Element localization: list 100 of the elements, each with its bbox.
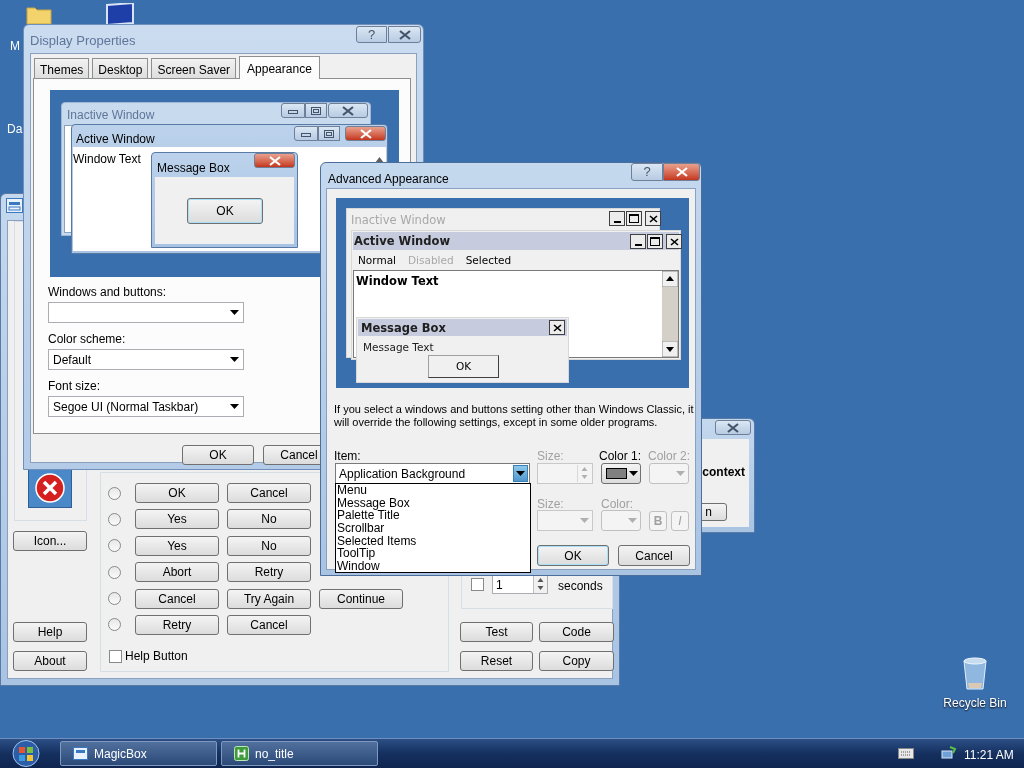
list-option[interactable]: Palette Title (337, 509, 530, 523)
list-option[interactable]: Menu (337, 484, 530, 497)
ok-button[interactable]: OK (537, 545, 609, 566)
ok-button[interactable]: OK (187, 198, 263, 224)
color-picker-button[interactable] (601, 463, 641, 484)
dropdown[interactable]: Default (48, 349, 244, 370)
dialog-button[interactable]: OK (135, 483, 219, 503)
close-button[interactable] (666, 234, 682, 249)
dialog-button[interactable]: Retry (227, 562, 311, 583)
test-button[interactable]: Test (460, 622, 533, 642)
menu-item[interactable]: Normal (358, 253, 396, 269)
window-app-icon (73, 747, 88, 760)
caret-icon (230, 310, 239, 315)
list-option[interactable]: Message Box (337, 496, 530, 510)
checkbox[interactable] (471, 578, 484, 591)
maximize-button[interactable] (626, 211, 642, 226)
minimize-icon (634, 244, 642, 246)
field-label: Item: (334, 448, 361, 465)
unit-label: seconds (558, 578, 603, 595)
copy-button[interactable]: Copy (539, 651, 614, 671)
message-text: context (702, 464, 745, 481)
network-icon[interactable] (941, 745, 957, 761)
message-text: Message Text (363, 340, 434, 355)
close-icon (359, 128, 372, 139)
minimize-icon (613, 221, 621, 223)
scrollbar[interactable] (662, 271, 678, 357)
recycle-bin-icon[interactable] (962, 657, 988, 691)
field-label: Font size: (48, 379, 102, 393)
scroll-up-icon (662, 271, 678, 287)
close-icon (398, 29, 411, 40)
help-button[interactable]: Help (13, 622, 87, 642)
color-picker-button[interactable] (649, 463, 689, 484)
dialog-button[interactable]: Yes (135, 535, 219, 556)
minimize-button[interactable] (630, 234, 646, 249)
minimize-button[interactable] (294, 126, 318, 141)
close-button[interactable] (645, 211, 661, 226)
ok-button[interactable]: OK (182, 445, 254, 465)
dialog-button[interactable]: Try Again (227, 588, 311, 609)
cancel-button[interactable]: Cancel (618, 545, 690, 566)
window-title: Inactive Window (351, 212, 446, 229)
window-title: Inactive Window (67, 107, 155, 124)
dialog-button[interactable]: Cancel (227, 614, 311, 635)
dialog-button[interactable]: Cancel (135, 588, 219, 609)
list-option[interactable]: Window (337, 560, 530, 573)
field-label: Color: (601, 496, 633, 513)
caret-icon (230, 404, 239, 409)
dialog-button[interactable]: Abort (135, 562, 219, 583)
start-button[interactable] (10, 739, 42, 768)
help-button[interactable]: ? (631, 163, 663, 181)
error-icon (28, 468, 72, 508)
maximize-button[interactable] (305, 103, 327, 118)
window-app-icon (6, 198, 23, 213)
tab[interactable]: Appearance (239, 56, 320, 79)
close-button[interactable] (715, 420, 751, 435)
reset-button[interactable]: Reset (460, 651, 533, 671)
tab[interactable]: Themes (34, 58, 90, 78)
ok-button[interactable]: OK (428, 355, 499, 378)
minimize-button[interactable] (281, 103, 305, 118)
tab[interactable]: Screen Saver (151, 58, 237, 78)
color-picker-button[interactable] (601, 510, 641, 531)
help-button[interactable]: ? (356, 26, 387, 43)
desktop-icon-label: Da (7, 121, 23, 138)
code-button[interactable]: Code (539, 622, 614, 642)
minimize-button[interactable] (609, 211, 625, 226)
about-button[interactable]: About (13, 651, 87, 671)
dialog-button[interactable]: Cancel (227, 483, 311, 503)
dialog-button[interactable]: No (227, 509, 311, 530)
close-button[interactable] (549, 320, 565, 335)
caret-icon (516, 471, 525, 476)
list-option[interactable]: Selected Items (337, 534, 530, 548)
checkbox-label: Help Button (125, 648, 188, 665)
maximize-button[interactable] (318, 126, 340, 141)
dropdown[interactable]: Segoe UI (Normal Taskbar) (48, 396, 244, 417)
maximize-icon (650, 237, 660, 246)
maximize-button[interactable] (647, 234, 663, 249)
close-button[interactable] (328, 103, 368, 118)
caret-icon (628, 518, 637, 523)
dialog-button[interactable]: Yes (135, 509, 219, 530)
list-option[interactable]: ToolTip (337, 547, 530, 561)
window-title: Message Box (157, 160, 230, 177)
icon-button[interactable]: Icon... (13, 531, 87, 551)
clock: 11:21 AM (964, 747, 1014, 764)
taskbar-button[interactable]: no_title (221, 741, 378, 766)
caret-icon (580, 518, 589, 523)
dialog-button[interactable]: No (227, 535, 311, 556)
list-option[interactable]: Scrollbar (337, 522, 530, 535)
keyboard-icon[interactable] (898, 748, 914, 759)
minimize-icon (301, 133, 311, 137)
tab[interactable]: Desktop (92, 58, 149, 78)
dialog-button[interactable]: Retry (135, 614, 219, 635)
field-label: Color 1: (599, 448, 642, 465)
dialog-button[interactable]: Continue (319, 588, 403, 609)
dropdown[interactable]: Application Background (335, 463, 530, 484)
field-label: Windows and buttons: (48, 285, 168, 299)
menu-item[interactable]: Selected (465, 253, 512, 269)
close-icon (669, 237, 679, 246)
window-title: Display Properties (30, 32, 136, 50)
close-button[interactable] (388, 26, 421, 43)
scroll-down-icon (662, 341, 678, 357)
taskbar-button[interactable]: MagicBox (60, 741, 217, 766)
